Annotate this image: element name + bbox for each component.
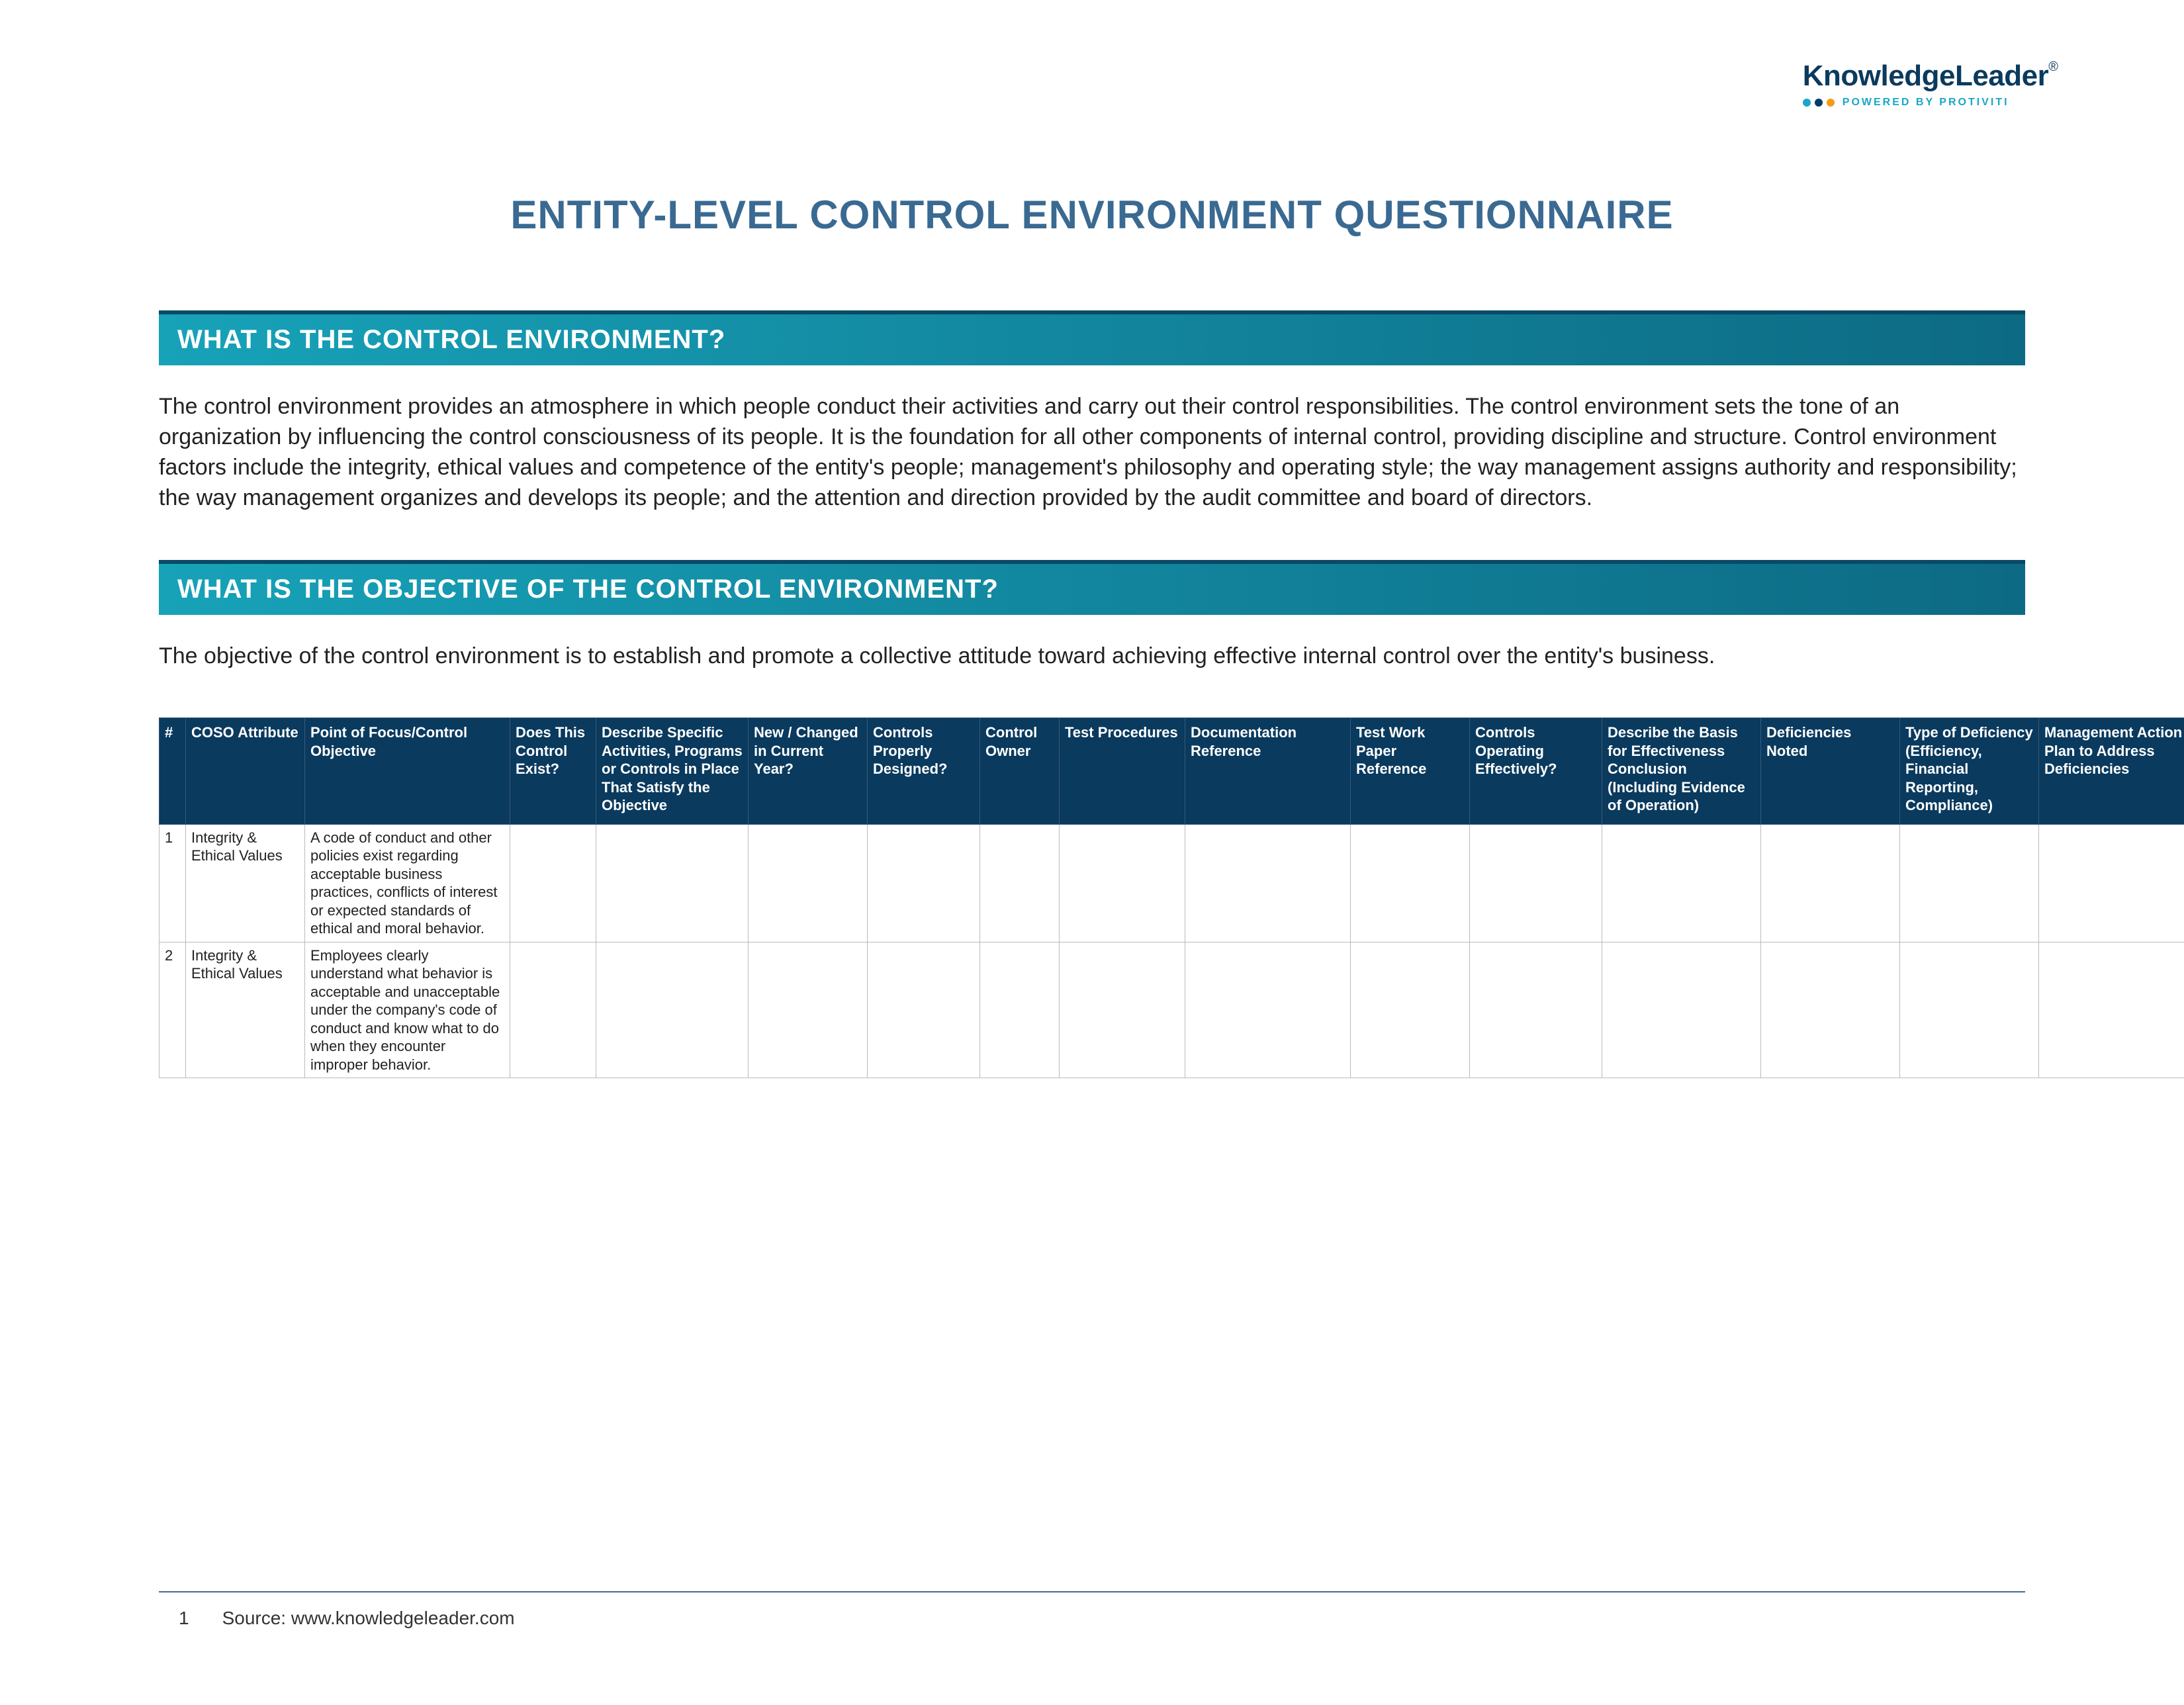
table-cell: Employees clearly understand what behavi…	[305, 942, 510, 1078]
table-cell	[510, 942, 596, 1078]
logo-subline-row: POWERED BY PROTIVITI	[1803, 97, 2058, 109]
table-cell	[868, 824, 980, 942]
table-cell	[1060, 824, 1185, 942]
section-heading: WHAT IS THE OBJECTIVE OF THE CONTROL ENV…	[177, 575, 2007, 604]
table-header-cell: Test Work Paper Reference	[1351, 718, 1470, 825]
logo-subline: POWERED BY PROTIVITI	[1843, 97, 2009, 109]
table-cell	[749, 824, 868, 942]
table-header-cell: Test Procedures	[1060, 718, 1185, 825]
table-cell: Integrity & Ethical Values	[186, 942, 305, 1078]
table-cell	[2039, 824, 2184, 942]
table-header-cell: #	[159, 718, 186, 825]
table-header-row: #COSO AttributePoint of Focus/Control Ob…	[159, 718, 2184, 825]
table-cell	[1602, 942, 1761, 1078]
table-header-cell: Controls Operating Effectively?	[1470, 718, 1602, 825]
table-header-cell: Describe the Basis for Effectiveness Con…	[1602, 718, 1761, 825]
table-row: 1Integrity & Ethical ValuesA code of con…	[159, 824, 2184, 942]
table-cell	[1761, 942, 1900, 1078]
footer-rule	[159, 1591, 2025, 1592]
table-header-cell: Point of Focus/Control Objective	[305, 718, 510, 825]
document-page: KnowledgeLeader® POWERED BY PROTIVITI EN…	[0, 0, 2184, 1705]
logo-dots-icon	[1803, 99, 1835, 107]
table-cell	[2039, 942, 2184, 1078]
table-cell	[1900, 824, 2039, 942]
table-header-cell: Type of Deficiency (Efficiency, Financia…	[1900, 718, 2039, 825]
table-cell	[1185, 824, 1351, 942]
table-row: 2Integrity & Ethical ValuesEmployees cle…	[159, 942, 2184, 1078]
table-cell	[1900, 942, 2039, 1078]
page-footer: 1 Source: www.knowledgeleader.com	[179, 1608, 515, 1629]
table-header-cell: Describe Specific Activities, Programs o…	[596, 718, 749, 825]
table-cell	[1761, 824, 1900, 942]
table-cell: A code of conduct and other policies exi…	[305, 824, 510, 942]
table-cell	[1060, 942, 1185, 1078]
table-cell	[1470, 824, 1602, 942]
table-cell: 1	[159, 824, 186, 942]
table-header-cell: Management Action Plan to Address Defici…	[2039, 718, 2184, 825]
table-header-cell: Documentation Reference	[1185, 718, 1351, 825]
section-heading: WHAT IS THE CONTROL ENVIRONMENT?	[177, 325, 2007, 355]
table-cell	[1351, 942, 1470, 1078]
brand-logo: KnowledgeLeader® POWERED BY PROTIVITI	[1803, 60, 2058, 109]
table-header-cell: Controls Properly Designed?	[868, 718, 980, 825]
section-body: The objective of the control environment…	[159, 641, 2025, 672]
logo-text: KnowledgeLeader	[1803, 60, 2048, 92]
table-header-cell: New / Changed in Current Year?	[749, 718, 868, 825]
section-heading-bar: WHAT IS THE OBJECTIVE OF THE CONTROL ENV…	[159, 560, 2025, 615]
table-cell	[1602, 824, 1761, 942]
table-header-cell: Does This Control Exist?	[510, 718, 596, 825]
table-cell	[980, 824, 1060, 942]
table-cell	[1185, 942, 1351, 1078]
questionnaire-table: #COSO AttributePoint of Focus/Control Ob…	[159, 717, 2184, 1078]
table-cell	[980, 942, 1060, 1078]
section-heading-bar: WHAT IS THE CONTROL ENVIRONMENT?	[159, 310, 2025, 365]
table-header-cell: Control Owner	[980, 718, 1060, 825]
table-header-cell: Deficiencies Noted	[1761, 718, 1900, 825]
table-cell	[868, 942, 980, 1078]
page-number: 1	[179, 1608, 189, 1629]
table-cell	[749, 942, 868, 1078]
footer-source: Source: www.knowledgeleader.com	[222, 1608, 515, 1629]
table-cell	[596, 824, 749, 942]
table-cell: Integrity & Ethical Values	[186, 824, 305, 942]
logo-trademark: ®	[2048, 60, 2058, 74]
table-cell: 2	[159, 942, 186, 1078]
table-header-cell: COSO Attribute	[186, 718, 305, 825]
table-cell	[596, 942, 749, 1078]
section-body: The control environment provides an atmo…	[159, 392, 2025, 514]
document-title: ENTITY-LEVEL CONTROL ENVIRONMENT QUESTIO…	[159, 192, 2025, 238]
table-cell	[510, 824, 596, 942]
table-cell	[1470, 942, 1602, 1078]
table-cell	[1351, 824, 1470, 942]
